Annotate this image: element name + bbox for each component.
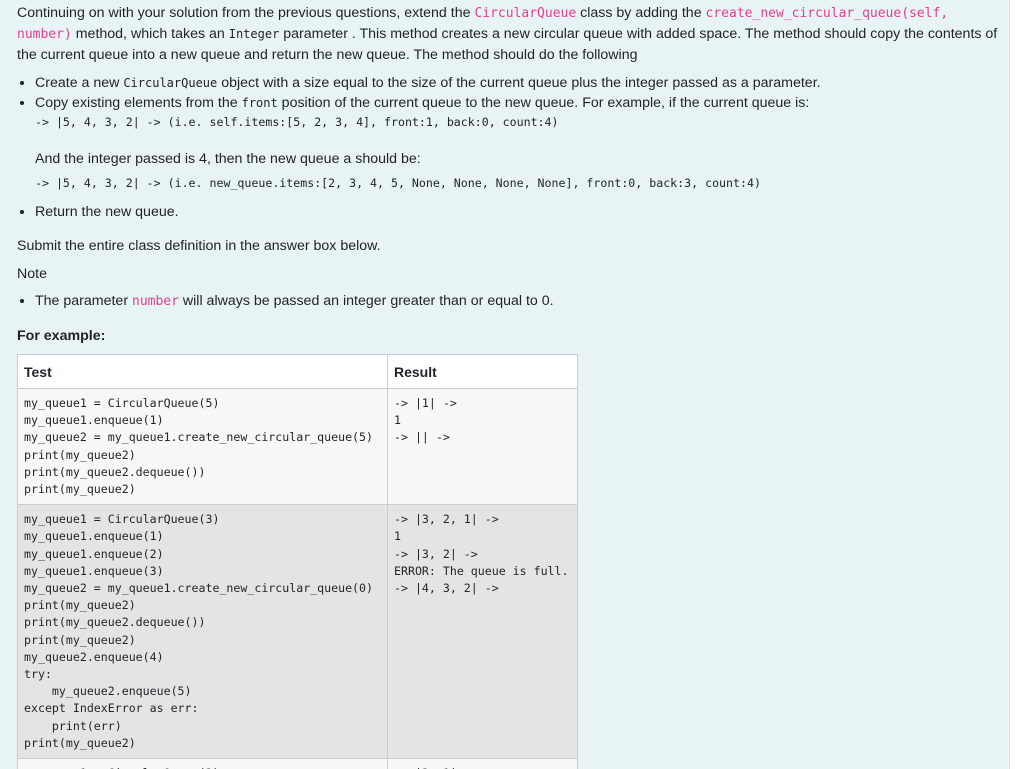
- result-column-header: Result: [387, 354, 578, 389]
- example-current-queue: -> |5, 4, 3, 2| -> (i.e. self.items:[5, …: [35, 115, 559, 129]
- note-list: The parameter number will always be pass…: [17, 291, 1002, 312]
- intro-text-3: method, which takes an: [71, 26, 229, 42]
- for-example-heading: For example:: [17, 328, 106, 344]
- test-cell: my_queue1 = CircularQueue(3): [17, 758, 388, 769]
- requirement-create: Create a new CircularQueue object with a…: [35, 73, 1002, 93]
- test-cell: my_queue1 = CircularQueue(3) my_queue1.e…: [17, 504, 388, 760]
- number-param-code: number: [132, 294, 179, 309]
- example-middle-text: And the integer passed is 4, then the ne…: [35, 151, 421, 167]
- requirements-list: Create a new CircularQueue object with a…: [17, 73, 1002, 222]
- requirement-copy: Copy existing elements from the front po…: [35, 93, 1002, 192]
- table-header-row: Test Result: [17, 354, 578, 389]
- result-cell: -> |3, 2, 1| -> 1 -> |3, 2| -> ERROR: Th…: [387, 504, 578, 760]
- test-cell: my_queue1 = CircularQueue(5) my_queue1.e…: [17, 387, 388, 506]
- result-cell: -> |3, 1| ->: [387, 758, 578, 769]
- class-name-code: CircularQueue: [474, 6, 577, 21]
- intro-text-1: Continuing on with your solution from th…: [17, 5, 475, 21]
- integer-type-code: Integer: [228, 27, 280, 41]
- table-row: my_queue1 = CircularQueue(3) my_queue1.e…: [17, 504, 578, 760]
- examples-table: Test Result my_queue1 = CircularQueue(5)…: [17, 354, 578, 769]
- submit-instruction: Submit the entire class definition in th…: [17, 238, 381, 254]
- note-item: The parameter number will always be pass…: [35, 291, 1002, 312]
- example-new-queue: -> |5, 4, 3, 2| -> (i.e. new_queue.items…: [35, 176, 761, 190]
- requirement-copy-text-1: Copy existing elements from the: [35, 95, 242, 111]
- question-panel: Continuing on with your solution from th…: [0, 0, 1009, 769]
- front-code: front: [241, 96, 278, 110]
- test-column-header: Test: [17, 354, 388, 389]
- intro-paragraph: Continuing on with your solution from th…: [17, 3, 1002, 65]
- note-text-1: The parameter: [35, 293, 132, 309]
- requirement-create-text-1: Create a new: [35, 75, 124, 91]
- note-text-2: will always be passed an integer greater…: [178, 293, 554, 309]
- page-scroll-edge: [1009, 0, 1024, 769]
- circular-queue-code: CircularQueue: [123, 76, 218, 90]
- requirement-create-text-2: object with a size equal to the size of …: [217, 75, 821, 91]
- requirement-return: Return the new queue.: [35, 202, 1002, 222]
- requirement-copy-text-2: position of the current queue to the new…: [277, 95, 810, 111]
- question-text: Continuing on with your solution from th…: [17, 3, 1002, 769]
- intro-text-2: class by adding the: [576, 5, 706, 21]
- result-cell: -> |1| -> 1 -> || ->: [387, 387, 578, 506]
- note-label: Note: [17, 266, 47, 282]
- table-row: my_queue1 = CircularQueue(3) -> |3, 1| -…: [17, 758, 578, 769]
- table-row: my_queue1 = CircularQueue(5) my_queue1.e…: [17, 387, 578, 506]
